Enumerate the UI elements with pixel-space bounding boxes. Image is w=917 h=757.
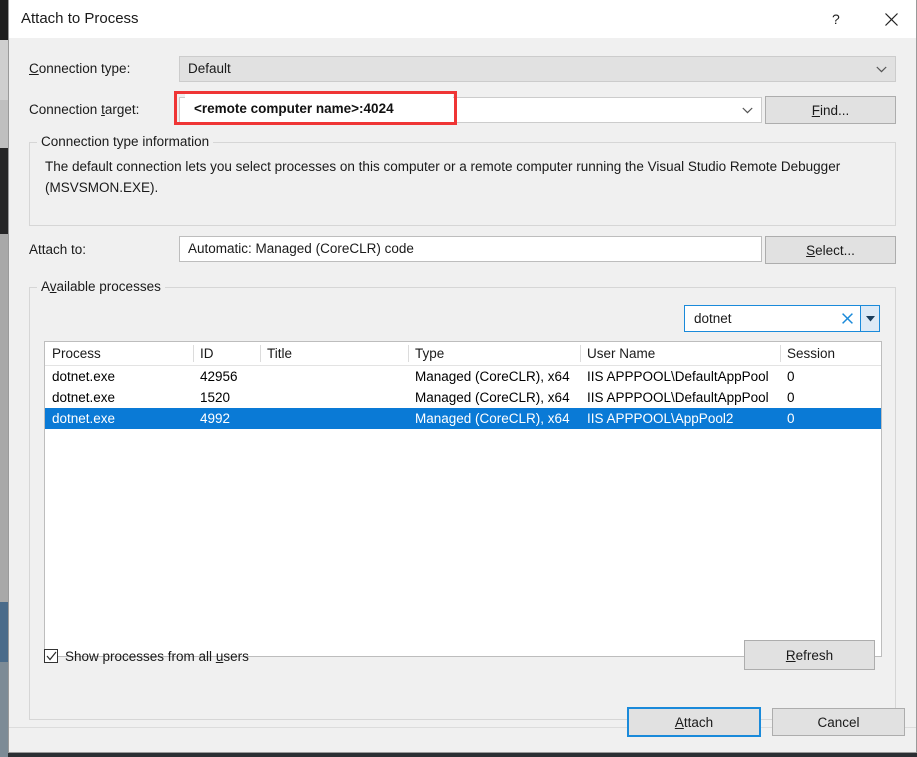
process-filter-value: dotnet — [685, 311, 834, 326]
cell-session: 0 — [780, 387, 881, 408]
annotation-target-text: <remote computer name>:4024 — [194, 102, 394, 116]
connection-type-combobox[interactable]: Default — [179, 56, 896, 82]
question-mark-icon: ? — [831, 12, 844, 27]
svg-text:?: ? — [832, 12, 840, 27]
process-list[interactable]: Process ID Title Type User Name Session … — [44, 341, 882, 657]
attach-to-value-field: Automatic: Managed (CoreCLR) code — [179, 236, 762, 262]
process-filter-input[interactable]: dotnet — [684, 305, 861, 332]
select-button[interactable]: Select... — [765, 236, 896, 264]
cancel-button[interactable]: Cancel — [772, 708, 905, 736]
close-button[interactable] — [868, 0, 914, 38]
refresh-button-label: efresh — [796, 648, 834, 663]
title-bar: Attach to Process ? — [9, 0, 916, 39]
chevron-down-icon — [876, 57, 887, 81]
column-header-process[interactable]: Process — [45, 342, 193, 365]
attach-to-label: Attach to: — [29, 237, 86, 263]
cell-user-name: IIS APPPOOL\DefaultAppPool — [580, 387, 780, 408]
table-row[interactable]: dotnet.exe42956 Managed (CoreCLR), x64IIS… — [45, 366, 881, 387]
cell-title — [260, 408, 408, 429]
cell-session: 0 — [780, 366, 881, 387]
checkbox-box — [44, 649, 58, 663]
column-header-user-name[interactable]: User Name — [580, 342, 780, 365]
table-row[interactable]: dotnet.exe1520 Managed (CoreCLR), x64IIS … — [45, 387, 881, 408]
connection-info-text: The default connection lets you select p… — [45, 156, 880, 198]
process-list-header: Process ID Title Type User Name Session — [45, 342, 881, 366]
column-header-id[interactable]: ID — [193, 342, 260, 365]
clear-x-icon[interactable] — [834, 313, 860, 324]
cell-user-name: IIS APPPOOL\DefaultAppPool — [580, 366, 780, 387]
dialog-title: Attach to Process — [21, 11, 139, 27]
find-button-label: ind... — [820, 103, 849, 118]
cell-process: dotnet.exe — [45, 366, 193, 387]
cell-type: Managed (CoreCLR), x64 — [408, 366, 580, 387]
connection-info-title: Connection type information — [37, 134, 213, 150]
cell-id: 4992 — [193, 408, 260, 429]
column-header-type[interactable]: Type — [408, 342, 580, 365]
cell-session: 0 — [780, 408, 881, 429]
find-button[interactable]: Find... — [765, 96, 896, 124]
select-button-label: elect... — [815, 243, 855, 258]
close-icon — [885, 13, 898, 26]
cell-id: 1520 — [193, 387, 260, 408]
help-button[interactable]: ? — [814, 0, 860, 38]
table-row[interactable]: dotnet.exe4992 Managed (CoreCLR), x64IIS … — [45, 408, 881, 429]
chevron-down-icon — [866, 316, 875, 322]
column-header-title[interactable]: Title — [260, 342, 408, 365]
cell-process: dotnet.exe — [45, 387, 193, 408]
cell-type: Managed (CoreCLR), x64 — [408, 408, 580, 429]
background-app-strip — [0, 0, 8, 757]
refresh-button[interactable]: Refresh — [744, 640, 875, 670]
attach-to-value: Automatic: Managed (CoreCLR) code — [188, 241, 414, 256]
checkmark-icon — [46, 651, 57, 662]
cell-title — [260, 387, 408, 408]
cancel-button-label: Cancel — [817, 715, 859, 730]
connection-target-label: Connection target: — [29, 97, 139, 123]
cell-type: Managed (CoreCLR), x64 — [408, 387, 580, 408]
cell-id: 42956 — [193, 366, 260, 387]
available-processes-title: Available processes — [37, 279, 165, 295]
attach-button-label: ttach — [684, 715, 713, 730]
process-list-rows: dotnet.exe42956 Managed (CoreCLR), x64IIS… — [45, 366, 881, 429]
cell-title — [260, 366, 408, 387]
connection-info-groupbox: Connection type information The default … — [29, 142, 896, 226]
show-all-users-checkbox[interactable]: Show processes from all users — [44, 646, 249, 666]
chevron-down-icon — [742, 98, 753, 122]
dialog-body: Connection type: Default Connection targ… — [9, 38, 916, 751]
attach-to-process-dialog: Attach to Process ? Connection type: Def… — [8, 0, 917, 753]
cell-user-name: IIS APPPOOL\AppPool2 — [580, 408, 780, 429]
connection-type-value: Default — [188, 61, 231, 76]
column-header-session[interactable]: Session — [780, 342, 881, 365]
attach-button[interactable]: Attach — [627, 707, 761, 737]
cell-process: dotnet.exe — [45, 408, 193, 429]
show-all-users-label: Show processes from all users — [65, 649, 249, 664]
connection-type-label: Connection type: — [29, 56, 130, 82]
process-filter-dropdown-button[interactable] — [861, 305, 880, 332]
